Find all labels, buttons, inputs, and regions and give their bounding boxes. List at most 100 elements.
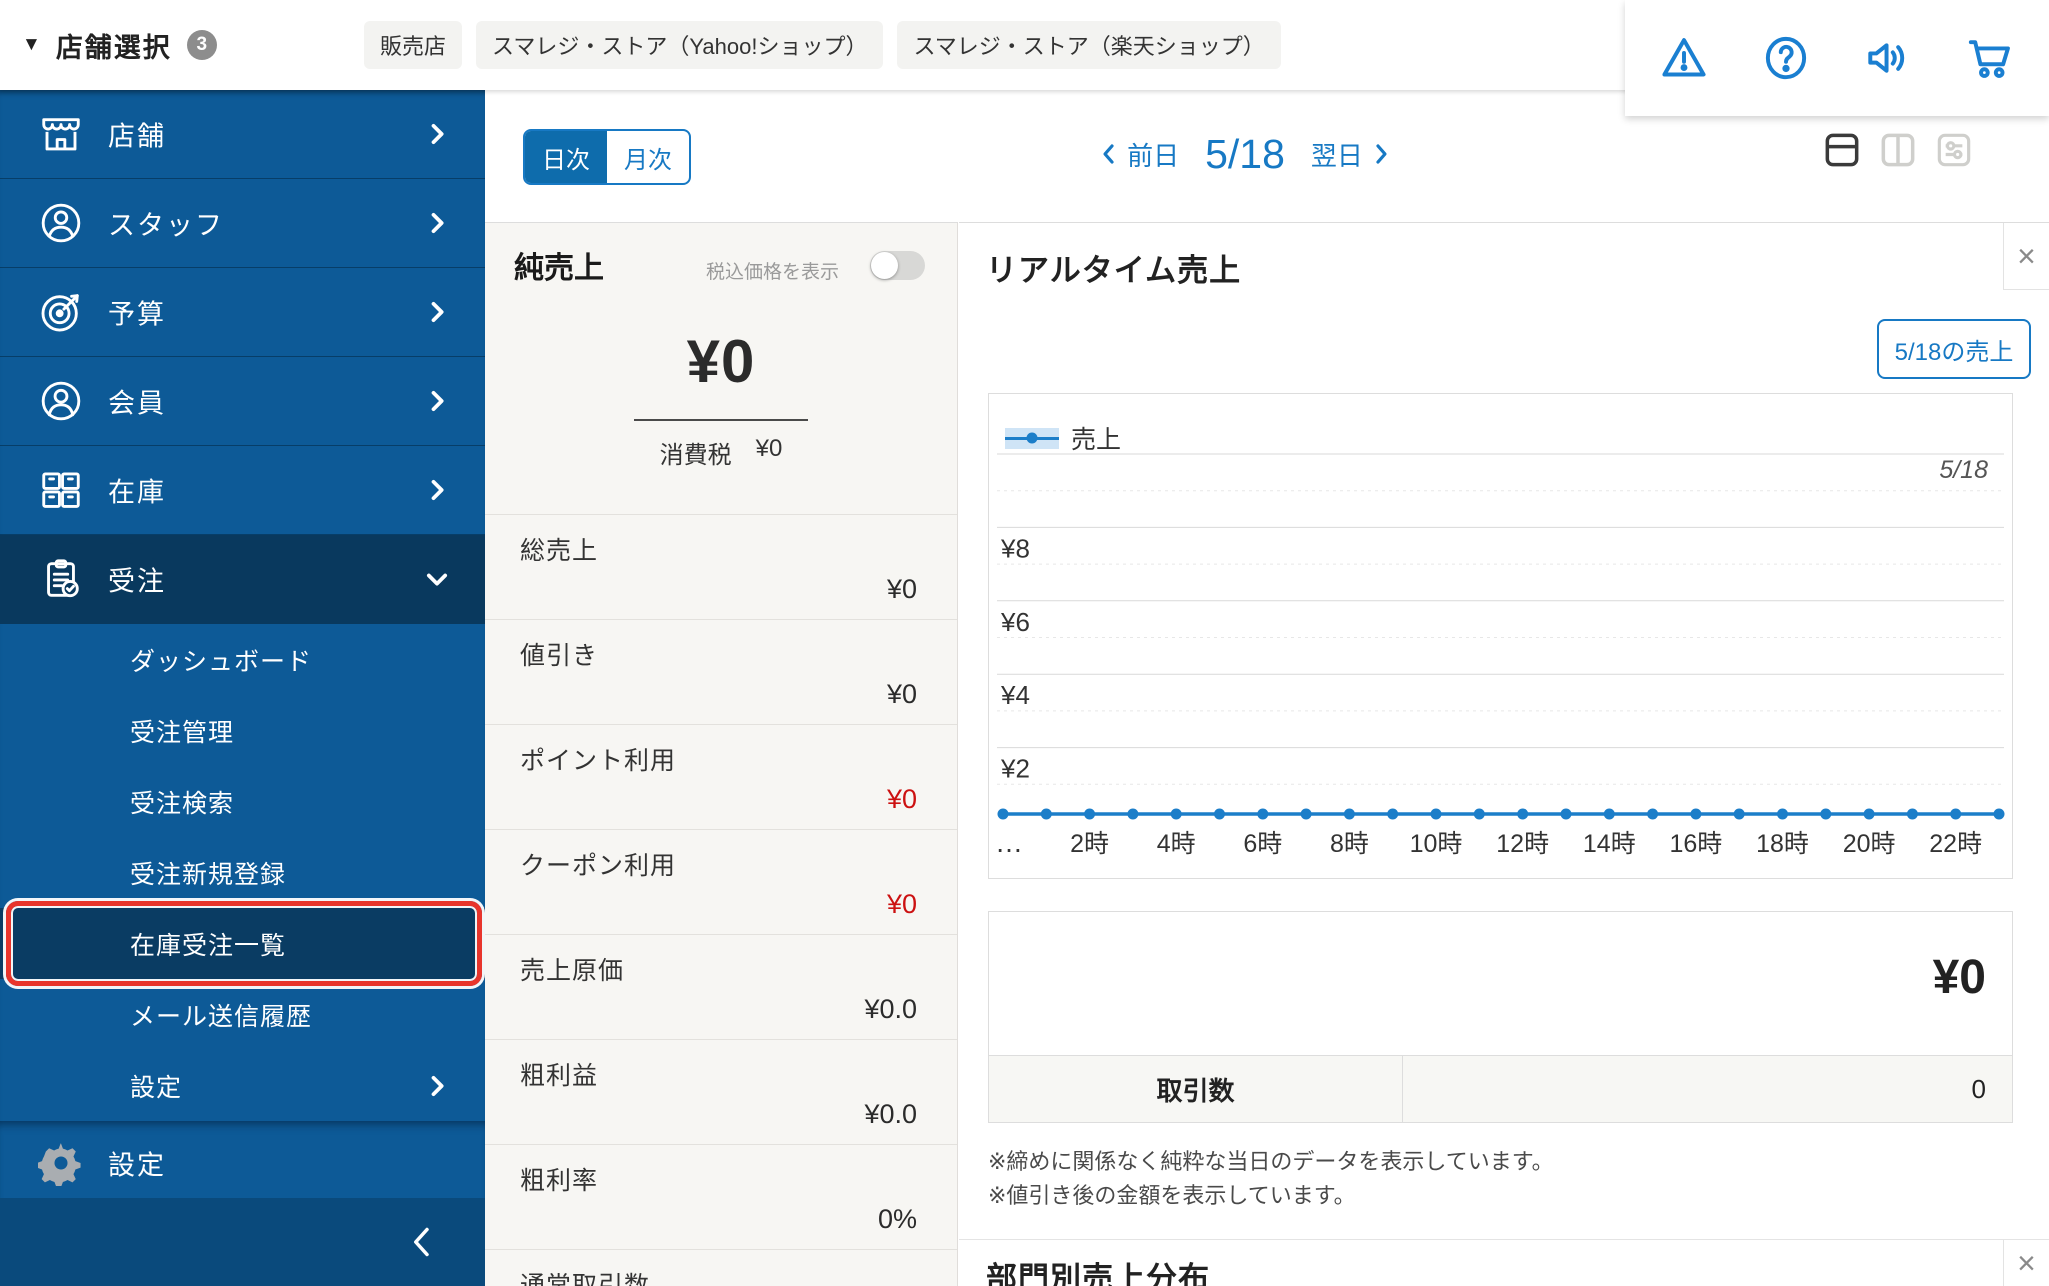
chevron-right-icon <box>423 209 451 237</box>
close-icon: × <box>2017 1245 2036 1281</box>
sidebar-item-label: 予算 <box>108 299 166 330</box>
channel-tag: 販売店 <box>364 21 463 69</box>
net-sales-total: ¥0 <box>686 328 756 395</box>
announcement-icon[interactable] <box>1863 33 1913 83</box>
order-icon <box>38 556 84 602</box>
layout-switcher <box>1822 130 1974 170</box>
stat-value: ¥0 <box>886 574 917 604</box>
stat-value: ¥0.0 <box>864 994 917 1024</box>
staff-icon <box>38 200 84 246</box>
chart-date-label: 5/18 <box>1939 456 1988 484</box>
sidebar-subitem-order-search[interactable]: 受注検索 <box>0 766 485 837</box>
sidebar-subitem-label: 設定 <box>130 1073 183 1102</box>
sidebar-subitem-dashboard[interactable]: ダッシュボード <box>0 624 485 695</box>
realtime-sales-chart: ¥8 ¥6 ¥4 ¥2 … 2時 4時 6時 8時 10時 12時 14時 16時 18時 20時 22時 売… <box>988 393 2013 879</box>
stat-value: ¥0 <box>886 784 917 814</box>
sidebar-subitem-label: メール送信履歴 <box>130 1002 313 1031</box>
sidebar-subitem-inventory-order-list[interactable]: 在庫受注一覧 <box>0 901 485 986</box>
chevron-right-icon <box>423 476 451 504</box>
footnote-2: ※値引き後の金額を表示しています。 <box>988 1183 1356 1208</box>
summary-total-value: ¥0 <box>1932 951 1986 1004</box>
sidebar-item-label: 店舗 <box>108 121 166 152</box>
store-chip[interactable]: スマレジ・ストア（Yahoo!ショップ） <box>476 21 884 69</box>
sidebar-item-member[interactable]: 会員 <box>0 357 485 446</box>
svg-text:20時: 20時 <box>1843 830 1896 858</box>
svg-text:¥4: ¥4 <box>1000 680 1030 710</box>
split-horizontal-icon[interactable] <box>1822 130 1862 170</box>
sidebar-subitem-label: ダッシュボード <box>130 647 313 676</box>
chart-legend[interactable]: 売上 <box>1005 420 1121 456</box>
sidebar-item-budget[interactable]: 予算 <box>0 268 485 357</box>
sidebar-item-store[interactable]: 店舗 <box>0 90 485 179</box>
stat-label: 売上原価 <box>520 957 625 985</box>
sidebar-collapse-bar <box>0 1198 485 1286</box>
sidebar-item-staff[interactable]: スタッフ <box>0 179 485 268</box>
split-vertical-icon[interactable] <box>1878 130 1918 170</box>
svg-text:14時: 14時 <box>1583 830 1636 858</box>
store-chip[interactable]: スマレジ・ストア（楽天ショップ） <box>897 21 1281 69</box>
tab-monthly[interactable]: 月次 <box>607 131 689 183</box>
chevron-right-icon <box>423 298 451 326</box>
store-selector-label: 店舗選択 <box>55 32 172 63</box>
dropdown-caret-icon: ▼ <box>22 34 41 55</box>
sales-summary-box: ¥0 取引数 0 <box>988 911 2013 1123</box>
sidebar: 店舗スタッフ予算会員在庫 受注ダッシュボード 受注管理受注検索 受注新規登録在庫受注一… <box>0 90 485 1286</box>
consumption-tax-label: 消費税 <box>659 442 732 469</box>
stat-row: 粗利益 ¥0.0 <box>485 1039 957 1144</box>
svg-text:2時: 2時 <box>1070 830 1109 858</box>
svg-text:¥8: ¥8 <box>1000 533 1030 563</box>
legend-label: 売上 <box>1071 426 1122 454</box>
stat-label: 値引き <box>520 642 599 670</box>
stat-label: ポイント利用 <box>520 747 677 775</box>
close-realtime-button[interactable]: × <box>2003 223 2049 290</box>
sidebar-item-orders[interactable]: 受注 <box>0 535 485 624</box>
next-day-button[interactable]: 翌日 <box>1311 136 1393 173</box>
stat-row: 通常取引数 <box>485 1249 957 1286</box>
sidebar-item-label: スタッフ <box>108 210 224 241</box>
sidebar-subitem-label: 在庫受注一覧 <box>130 931 287 960</box>
sidebar-submenu: ダッシュボード 受注管理受注検索 受注新規登録在庫受注一覧 メール送信履歴 設定 <box>0 624 485 1121</box>
customize-panels-icon[interactable] <box>1934 130 1974 170</box>
footnote-1: ※締めに関係なく純粋な当日のデータを表示しています。 <box>988 1149 1554 1174</box>
tab-daily[interactable]: 日次 <box>525 131 607 183</box>
store-selector[interactable]: ▼ 店舗選択 3 <box>22 0 217 90</box>
stat-label: 粗利率 <box>520 1167 599 1195</box>
stat-label: 通常取引数 <box>520 1272 651 1286</box>
sidebar-collapse-button[interactable] <box>407 1224 437 1260</box>
chart-plot-area: ¥8 ¥6 ¥4 ¥2 … 2時 4時 6時 8時 10時 12時 14時 16時 18時 20時 22時 <box>989 394 2012 878</box>
stat-row: 粗利率 0% <box>485 1144 957 1249</box>
svg-text:12時: 12時 <box>1496 830 1549 858</box>
cart-icon[interactable] <box>1965 33 2015 83</box>
alert-icon[interactable] <box>1659 33 1709 83</box>
total-underline <box>634 419 808 421</box>
current-date[interactable]: 5/18 <box>1205 131 1285 178</box>
stat-label: 粗利益 <box>520 1062 599 1090</box>
sidebar-subitem-order-management[interactable]: 受注管理 <box>0 695 485 766</box>
prev-day-button[interactable]: 前日 <box>1097 136 1179 173</box>
sidebar-item-label: 会員 <box>108 388 166 419</box>
sidebar-subitem-order-settings[interactable]: 設定 <box>0 1050 485 1121</box>
stat-row: ポイント利用 ¥0 <box>485 724 957 829</box>
sidebar-item-settings[interactable]: 設定 <box>0 1121 485 1204</box>
day-sales-button[interactable]: 5/18の売上 <box>1877 319 2031 379</box>
sidebar-subitem-label: 受注管理 <box>130 718 235 747</box>
prev-day-label: 前日 <box>1127 140 1180 171</box>
stat-value: 0% <box>877 1204 917 1234</box>
tax-display-toggle[interactable] <box>870 251 925 280</box>
sidebar-subitem-mail-history[interactable]: メール送信履歴 <box>0 979 485 1050</box>
stat-row: 売上原価 ¥0.0 <box>485 934 957 1039</box>
store-chips: 販売店 スマレジ・ストア（Yahoo!ショップ） スマレジ・ストア（楽天ショップ） <box>364 21 1281 69</box>
footnotes: ※締めに関係なく純粋な当日のデータを表示しています。 ※値引き後の金額を表示して… <box>988 1145 1554 1213</box>
sidebar-subitem-order-new[interactable]: 受注新規登録 <box>0 837 485 908</box>
header-icon-panel <box>1625 0 2049 116</box>
realtime-sales-title: リアルタイム売上 <box>986 253 1242 288</box>
stat-rows: 総売上 ¥0 値引き ¥0 ポイント利用 ¥0 クーポン利用 ¥0 売上原価 ¥0.0 粗利益 ¥0.… <box>485 514 957 1286</box>
sidebar-item-inventory[interactable]: 在庫 <box>0 446 485 535</box>
svg-text:18時: 18時 <box>1756 830 1809 858</box>
svg-text:8時: 8時 <box>1330 830 1369 858</box>
transactions-label: 取引数 <box>989 1056 1403 1122</box>
help-icon[interactable] <box>1761 33 1811 83</box>
stat-row: 総売上 ¥0 <box>485 514 957 619</box>
close-department-section-button[interactable]: × <box>2003 1240 2049 1286</box>
date-navigation: 前日 5/18 翌日 <box>1065 124 1425 184</box>
